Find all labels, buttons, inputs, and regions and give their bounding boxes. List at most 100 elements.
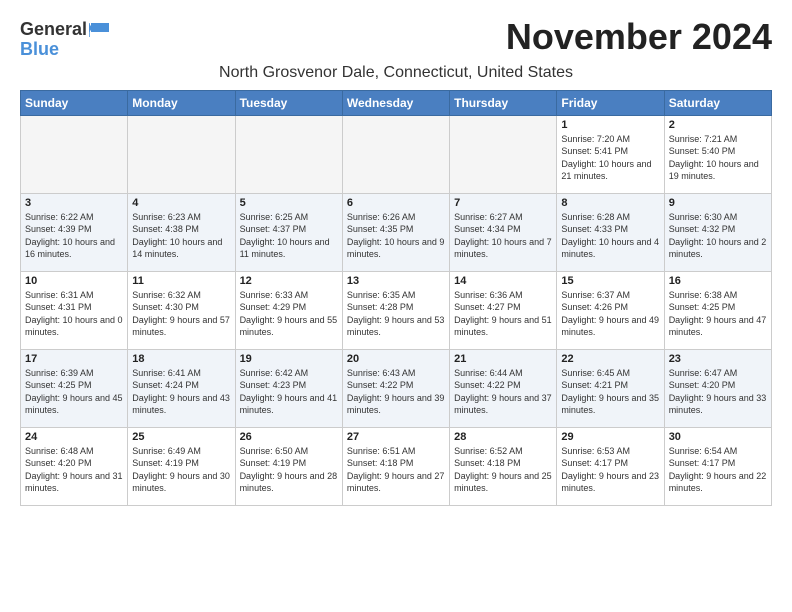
col-tuesday: Tuesday xyxy=(235,90,342,115)
header-row: General Blue November 2024 xyxy=(20,16,772,60)
day-info: Sunrise: 7:21 AMSunset: 5:40 PMDaylight:… xyxy=(669,133,767,183)
day-info: Sunrise: 6:54 AMSunset: 4:17 PMDaylight:… xyxy=(669,445,767,495)
table-row: 17 Sunrise: 6:39 AMSunset: 4:25 PMDayligh… xyxy=(21,349,128,427)
day-number: 13 xyxy=(347,275,445,287)
calendar-week-5: 24 Sunrise: 6:48 AMSunset: 4:20 PMDayligh… xyxy=(21,427,772,505)
day-info: Sunrise: 6:27 AMSunset: 4:34 PMDaylight:… xyxy=(454,211,552,261)
day-info: Sunrise: 6:51 AMSunset: 4:18 PMDaylight:… xyxy=(347,445,445,495)
day-info: Sunrise: 6:53 AMSunset: 4:17 PMDaylight:… xyxy=(561,445,659,495)
day-number: 19 xyxy=(240,353,338,365)
table-row: 12 Sunrise: 6:33 AMSunset: 4:29 PMDayligh… xyxy=(235,271,342,349)
day-info: Sunrise: 6:41 AMSunset: 4:24 PMDaylight:… xyxy=(132,367,230,417)
day-info: Sunrise: 6:42 AMSunset: 4:23 PMDaylight:… xyxy=(240,367,338,417)
table-row: 4 Sunrise: 6:23 AMSunset: 4:38 PMDaylight… xyxy=(128,193,235,271)
day-number: 15 xyxy=(561,275,659,287)
col-friday: Friday xyxy=(557,90,664,115)
day-number: 24 xyxy=(25,431,123,443)
day-number: 6 xyxy=(347,197,445,209)
table-row: 3 Sunrise: 6:22 AMSunset: 4:39 PMDaylight… xyxy=(21,193,128,271)
table-row: 9Sunrise: 6:30 AMSunset: 4:32 PMDaylight… xyxy=(664,193,771,271)
table-row xyxy=(128,115,235,193)
calendar-week-3: 10 Sunrise: 6:31 AMSunset: 4:31 PMDayligh… xyxy=(21,271,772,349)
table-row: 13 Sunrise: 6:35 AMSunset: 4:28 PMDayligh… xyxy=(342,271,449,349)
table-row: 20 Sunrise: 6:43 AMSunset: 4:22 PMDayligh… xyxy=(342,349,449,427)
day-number: 14 xyxy=(454,275,552,287)
table-row: 21Sunrise: 6:44 AMSunset: 4:22 PMDayligh… xyxy=(450,349,557,427)
main-container: General Blue November 2024 North Grosven… xyxy=(0,0,792,516)
table-row: 5 Sunrise: 6:25 AMSunset: 4:37 PMDaylight… xyxy=(235,193,342,271)
day-number: 25 xyxy=(132,431,230,443)
subtitle: North Grosvenor Dale, Connecticut, Unite… xyxy=(20,64,772,82)
day-info: Sunrise: 6:32 AMSunset: 4:30 PMDaylight:… xyxy=(132,289,230,339)
day-number: 5 xyxy=(240,197,338,209)
logo-general: General xyxy=(20,20,87,40)
day-info: Sunrise: 6:45 AMSunset: 4:21 PMDaylight:… xyxy=(561,367,659,417)
day-number: 3 xyxy=(25,197,123,209)
day-number: 8 xyxy=(561,197,659,209)
table-row xyxy=(235,115,342,193)
table-row: 30 Sunrise: 6:54 AMSunset: 4:17 PMDayligh… xyxy=(664,427,771,505)
day-number: 16 xyxy=(669,275,767,287)
day-info: Sunrise: 6:28 AMSunset: 4:33 PMDaylight:… xyxy=(561,211,659,261)
table-row: 11Sunrise: 6:32 AMSunset: 4:30 PMDayligh… xyxy=(128,271,235,349)
table-row: 7 Sunrise: 6:27 AMSunset: 4:34 PMDaylight… xyxy=(450,193,557,271)
col-thursday: Thursday xyxy=(450,90,557,115)
day-info: Sunrise: 6:50 AMSunset: 4:19 PMDaylight:… xyxy=(240,445,338,495)
table-row: 2 Sunrise: 7:21 AMSunset: 5:40 PMDaylight… xyxy=(664,115,771,193)
day-info: Sunrise: 6:37 AMSunset: 4:26 PMDaylight:… xyxy=(561,289,659,339)
day-number: 7 xyxy=(454,197,552,209)
table-row: 8 Sunrise: 6:28 AMSunset: 4:33 PMDaylight… xyxy=(557,193,664,271)
day-info: Sunrise: 6:38 AMSunset: 4:25 PMDaylight:… xyxy=(669,289,767,339)
day-number: 28 xyxy=(454,431,552,443)
table-row: 18Sunrise: 6:41 AMSunset: 4:24 PMDayligh… xyxy=(128,349,235,427)
day-number: 2 xyxy=(669,119,767,131)
day-info: Sunrise: 6:39 AMSunset: 4:25 PMDaylight:… xyxy=(25,367,123,417)
calendar-week-1: 1Sunrise: 7:20 AMSunset: 5:41 PMDaylight… xyxy=(21,115,772,193)
table-row: 25 Sunrise: 6:49 AMSunset: 4:19 PMDayligh… xyxy=(128,427,235,505)
day-info: Sunrise: 6:47 AMSunset: 4:20 PMDaylight:… xyxy=(669,367,767,417)
day-number: 23 xyxy=(669,353,767,365)
day-number: 26 xyxy=(240,431,338,443)
table-row xyxy=(342,115,449,193)
col-sunday: Sunday xyxy=(21,90,128,115)
month-title: November 2024 xyxy=(506,16,772,58)
day-info: Sunrise: 6:49 AMSunset: 4:19 PMDaylight:… xyxy=(132,445,230,495)
table-row: 16 Sunrise: 6:38 AMSunset: 4:25 PMDayligh… xyxy=(664,271,771,349)
day-number: 27 xyxy=(347,431,445,443)
day-number: 21 xyxy=(454,353,552,365)
day-info: Sunrise: 6:36 AMSunset: 4:27 PMDaylight:… xyxy=(454,289,552,339)
day-number: 20 xyxy=(347,353,445,365)
day-number: 9 xyxy=(669,197,767,209)
calendar-week-4: 17 Sunrise: 6:39 AMSunset: 4:25 PMDayligh… xyxy=(21,349,772,427)
day-info: Sunrise: 7:20 AMSunset: 5:41 PMDaylight:… xyxy=(561,133,659,183)
col-saturday: Saturday xyxy=(664,90,771,115)
day-number: 29 xyxy=(561,431,659,443)
logo-blue: Blue xyxy=(20,40,59,60)
day-number: 17 xyxy=(25,353,123,365)
calendar-header-row: Sunday Monday Tuesday Wednesday Thursday… xyxy=(21,90,772,115)
day-number: 22 xyxy=(561,353,659,365)
table-row: 19 Sunrise: 6:42 AMSunset: 4:23 PMDayligh… xyxy=(235,349,342,427)
col-monday: Monday xyxy=(128,90,235,115)
day-info: Sunrise: 6:35 AMSunset: 4:28 PMDaylight:… xyxy=(347,289,445,339)
day-info: Sunrise: 6:31 AMSunset: 4:31 PMDaylight:… xyxy=(25,289,123,339)
day-info: Sunrise: 6:22 AMSunset: 4:39 PMDaylight:… xyxy=(25,211,123,261)
day-info: Sunrise: 6:52 AMSunset: 4:18 PMDaylight:… xyxy=(454,445,552,495)
day-info: Sunrise: 6:23 AMSunset: 4:38 PMDaylight:… xyxy=(132,211,230,261)
col-wednesday: Wednesday xyxy=(342,90,449,115)
table-row: 26 Sunrise: 6:50 AMSunset: 4:19 PMDayligh… xyxy=(235,427,342,505)
day-number: 10 xyxy=(25,275,123,287)
table-row: 6Sunrise: 6:26 AMSunset: 4:35 PMDaylight… xyxy=(342,193,449,271)
day-number: 30 xyxy=(669,431,767,443)
calendar-table: Sunday Monday Tuesday Wednesday Thursday… xyxy=(20,90,772,506)
table-row: 15 Sunrise: 6:37 AMSunset: 4:26 PMDayligh… xyxy=(557,271,664,349)
table-row: 29 Sunrise: 6:53 AMSunset: 4:17 PMDayligh… xyxy=(557,427,664,505)
table-row: 14 Sunrise: 6:36 AMSunset: 4:27 PMDayligh… xyxy=(450,271,557,349)
day-info: Sunrise: 6:43 AMSunset: 4:22 PMDaylight:… xyxy=(347,367,445,417)
day-number: 12 xyxy=(240,275,338,287)
day-info: Sunrise: 6:33 AMSunset: 4:29 PMDaylight:… xyxy=(240,289,338,339)
logo-flag-icon xyxy=(89,23,109,37)
day-info: Sunrise: 6:48 AMSunset: 4:20 PMDaylight:… xyxy=(25,445,123,495)
day-number: 4 xyxy=(132,197,230,209)
day-info: Sunrise: 6:25 AMSunset: 4:37 PMDaylight:… xyxy=(240,211,338,261)
